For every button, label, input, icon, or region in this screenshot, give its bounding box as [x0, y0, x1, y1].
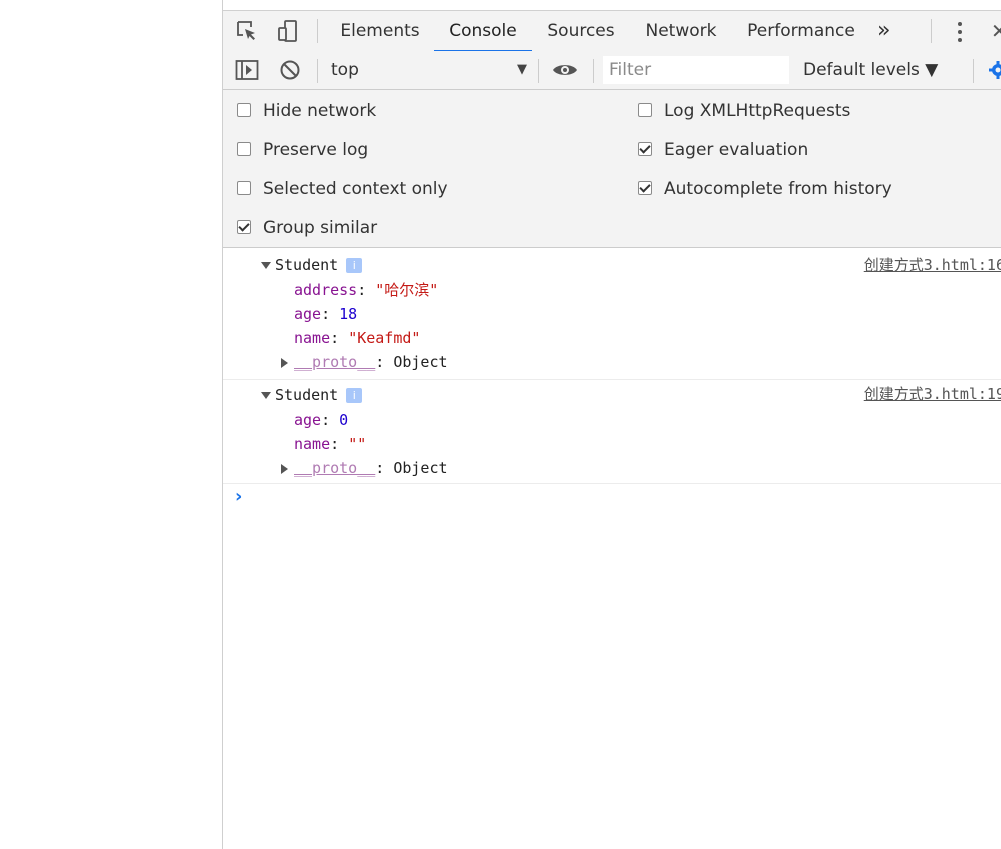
close-icon[interactable]: ✕	[991, 11, 1001, 51]
hide-network-label: Hide network	[263, 101, 377, 121]
tab-console[interactable]: Console	[434, 11, 532, 52]
preserve-log-checkbox[interactable]	[237, 142, 251, 156]
toolbar-divider	[317, 59, 318, 83]
hide-network-checkbox[interactable]	[237, 103, 251, 117]
property-value: "哈尔滨"	[375, 281, 439, 299]
tab-network[interactable]: Network	[639, 11, 723, 51]
selected-context-only-checkbox[interactable]	[237, 181, 251, 195]
proto-row[interactable]: __proto__: Object	[281, 456, 448, 480]
filter-input[interactable]	[603, 56, 789, 84]
more-tabs-icon[interactable]: »	[877, 11, 890, 51]
property-value: 0	[339, 411, 349, 429]
expand-triangle-icon[interactable]	[281, 463, 288, 474]
toolbar-divider	[973, 59, 974, 83]
property-value: Object	[393, 459, 448, 477]
property-value: 18	[339, 305, 358, 323]
sidebar-toggle-icon[interactable]	[235, 59, 259, 85]
preserve-log-label: Preserve log	[263, 140, 369, 160]
devtools-tabbar: Elements Console Sources Network Perform…	[223, 10, 1001, 52]
autocomplete-history-checkbox[interactable]	[638, 181, 652, 195]
context-value: top	[331, 60, 359, 80]
info-icon[interactable]: i	[346, 258, 363, 273]
console-settings-pane: Hide network Preserve log Selected conte…	[223, 90, 1001, 248]
group-similar-label: Group similar	[263, 218, 378, 238]
live-expression-eye-icon[interactable]	[552, 62, 578, 82]
toolbar-divider	[538, 59, 539, 83]
console-prompt-icon[interactable]: ›	[235, 486, 242, 507]
object-class-name: Student	[275, 386, 339, 404]
toolbar-divider	[317, 19, 318, 43]
console-toolbar: top ▼ Default levels ▼	[223, 51, 1001, 90]
toolbar-divider	[931, 19, 932, 43]
selected-context-only-label: Selected context only	[263, 179, 448, 199]
info-icon[interactable]: i	[346, 388, 363, 403]
dropdown-arrow-icon: ▼	[517, 62, 527, 77]
expand-triangle-icon[interactable]	[281, 357, 288, 368]
property-row: name: "Keafmd"	[294, 329, 421, 347]
log-xhr-label: Log XMLHttpRequests	[664, 101, 851, 121]
console-message: Student i 创建方式3.html:16 address: "哈尔滨" ag…	[223, 248, 1001, 380]
console-message: Student i 创建方式3.html:19 age: 0 name: "" _…	[223, 380, 1001, 484]
property-value: Object	[393, 353, 448, 371]
context-selector[interactable]: top ▼	[321, 51, 533, 89]
property-value: ""	[348, 435, 367, 453]
device-toolbar-icon[interactable]	[276, 19, 300, 43]
customize-menu-icon[interactable]	[957, 20, 963, 42]
inspect-element-icon[interactable]	[235, 19, 259, 43]
object-header[interactable]: Student i	[261, 383, 363, 407]
property-value: "Keafmd"	[348, 329, 421, 347]
tab-performance[interactable]: Performance	[743, 11, 859, 51]
proto-row[interactable]: __proto__: Object	[281, 350, 448, 374]
log-xhr-checkbox[interactable]	[638, 103, 652, 117]
property-row: address: "哈尔滨"	[294, 281, 439, 299]
property-key: age	[294, 411, 322, 429]
property-key: address	[294, 281, 358, 299]
autocomplete-history-label: Autocomplete from history	[664, 179, 892, 199]
clear-console-icon[interactable]	[279, 59, 301, 85]
object-class-name: Student	[275, 256, 339, 274]
expand-triangle-icon[interactable]	[261, 392, 271, 399]
property-row: age: 18	[294, 305, 358, 323]
property-key: __proto__	[294, 353, 376, 371]
devtools-panel: Elements Console Sources Network Perform…	[223, 10, 1001, 849]
eager-evaluation-label: Eager evaluation	[664, 140, 809, 160]
property-key: age	[294, 305, 322, 323]
property-key: name	[294, 435, 331, 453]
source-link[interactable]: 创建方式3.html:16	[864, 253, 1001, 277]
log-levels-dropdown[interactable]: Default levels ▼	[803, 51, 938, 89]
tab-sources[interactable]: Sources	[541, 11, 621, 51]
tab-elements[interactable]: Elements	[335, 11, 425, 51]
console-settings-gear-icon[interactable]	[989, 61, 1001, 83]
property-key: name	[294, 329, 331, 347]
property-row: name: ""	[294, 435, 367, 453]
group-similar-checkbox[interactable]	[237, 220, 251, 234]
eager-evaluation-checkbox[interactable]	[638, 142, 652, 156]
expand-triangle-icon[interactable]	[261, 262, 271, 269]
toolbar-divider	[593, 59, 594, 83]
property-key: __proto__	[294, 459, 376, 477]
page-viewport	[0, 0, 223, 849]
source-link[interactable]: 创建方式3.html:19	[864, 382, 1001, 406]
object-header[interactable]: Student i	[261, 253, 363, 277]
property-row: age: 0	[294, 411, 349, 429]
